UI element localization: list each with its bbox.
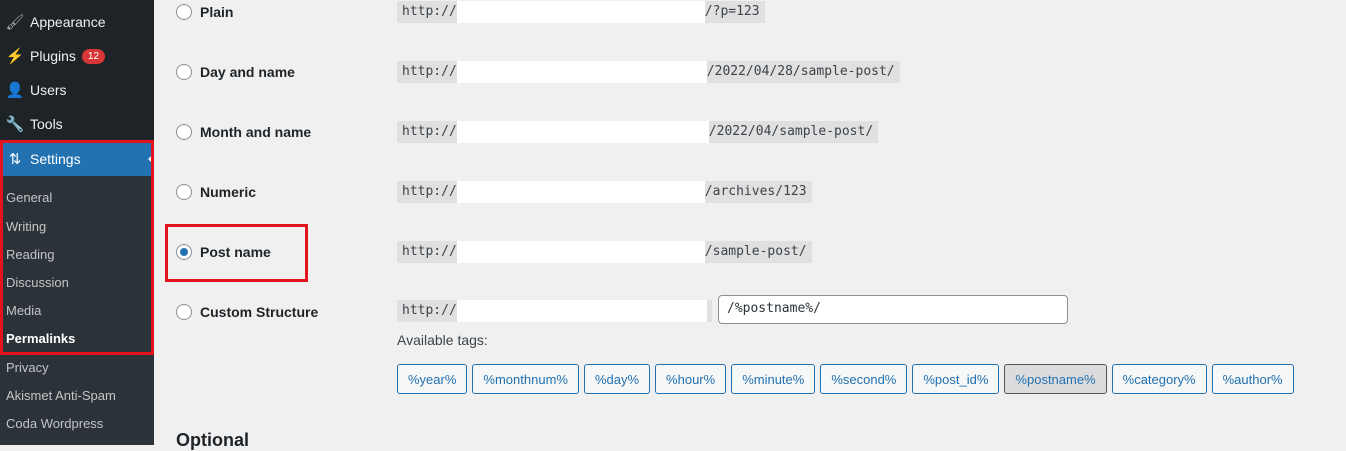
url-example-numeric: http:///archives/123: [397, 181, 812, 203]
user-icon: 👤: [5, 82, 25, 99]
submenu-akismet[interactable]: Akismet Anti-Spam: [6, 388, 116, 403]
option-label: Plain: [200, 4, 234, 20]
tag-button[interactable]: %postname%: [1004, 364, 1107, 394]
radio-custom[interactable]: [176, 304, 192, 320]
tag-button[interactable]: %post_id%: [912, 364, 1000, 394]
tag-button[interactable]: %minute%: [731, 364, 816, 394]
tag-button[interactable]: %hour%: [655, 364, 727, 394]
custom-structure-input[interactable]: /%postname%/: [718, 295, 1068, 324]
menu-plugins[interactable]: ⚡ Plugins 12: [0, 39, 154, 73]
url-example-month-name: http:///2022/04/sample-post/: [397, 121, 879, 143]
menu-tools[interactable]: 🔧 Tools: [0, 107, 154, 141]
option-label: Month and name: [200, 124, 312, 140]
plugin-icon: ⚡: [5, 48, 25, 65]
paintbrush-icon: 🖌: [5, 14, 25, 31]
url-example-post-name: http:///sample-post/: [397, 241, 812, 263]
option-label: Day and name: [200, 64, 295, 80]
option-day-name[interactable]: Day and name: [176, 60, 295, 84]
url-example-day-name: http:///2022/04/28/sample-post/: [397, 61, 900, 83]
menu-users[interactable]: 👤 Users: [0, 73, 154, 107]
menu-label: Appearance: [30, 14, 106, 30]
optional-heading: Optional: [176, 430, 249, 450]
radio-numeric[interactable]: [176, 184, 192, 200]
wrench-icon: 🔧: [5, 116, 25, 133]
submenu-privacy[interactable]: Privacy: [6, 360, 49, 375]
tag-button[interactable]: %day%: [583, 364, 651, 394]
option-label: Numeric: [200, 184, 257, 200]
radio-month-name[interactable]: [176, 124, 192, 140]
option-custom[interactable]: Custom Structure: [176, 300, 318, 324]
tag-button[interactable]: %year%: [397, 364, 468, 394]
menu-appearance[interactable]: 🖌 Appearance: [0, 5, 154, 39]
tag-button[interactable]: %author%: [1211, 364, 1294, 394]
available-tags-label: Available tags:: [397, 332, 488, 348]
submenu-coda[interactable]: Coda Wordpress: [6, 416, 103, 431]
url-example-plain: http:///?p=123: [397, 1, 765, 23]
option-month-name[interactable]: Month and name: [176, 120, 311, 144]
tag-button[interactable]: %second%: [820, 364, 908, 394]
radio-plain[interactable]: [176, 4, 192, 20]
tag-buttons: %year% %monthnum% %day% %hour% %minute% %seco…: [397, 364, 1294, 394]
radio-day-name[interactable]: [176, 64, 192, 80]
tag-button[interactable]: %category%: [1111, 364, 1207, 394]
option-plain[interactable]: Plain: [176, 0, 233, 24]
tag-button[interactable]: %monthnum%: [472, 364, 579, 394]
highlight-box-settings: [0, 140, 154, 355]
option-label: Custom Structure: [200, 304, 319, 320]
update-badge: 12: [81, 48, 106, 64]
url-prefix-custom: http://: [397, 300, 712, 322]
menu-label: Plugins: [30, 48, 76, 64]
menu-label: Users: [30, 82, 67, 98]
option-numeric[interactable]: Numeric: [176, 180, 256, 204]
highlight-box-post-name: [165, 224, 308, 282]
menu-label: Tools: [30, 116, 63, 132]
